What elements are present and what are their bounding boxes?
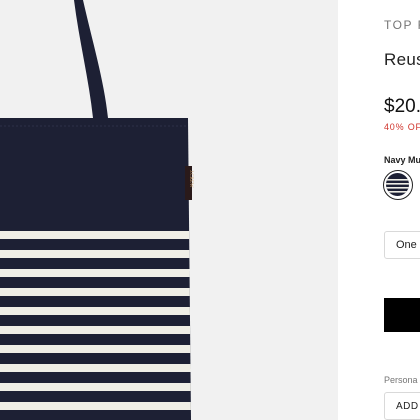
striped-swatch-icon [386, 173, 409, 196]
product-price: $20. [384, 96, 420, 117]
add-personalization-button[interactable]: ADD [384, 392, 420, 420]
product-eyebrow: TOP R [384, 18, 420, 32]
color-swatch-navy-stripe[interactable] [383, 170, 413, 200]
discount-badge: 40% OF [384, 122, 420, 132]
size-option-button[interactable]: One [384, 231, 420, 259]
add-to-bag-button[interactable] [384, 298, 420, 332]
product-title: Reus [384, 50, 420, 69]
product-page: J.CREW TOP R Reus $20. 40% OF Navy Mu On… [0, 0, 420, 420]
tote-handle [74, 0, 108, 118]
color-label: Navy Mu [384, 155, 420, 165]
brand-tag-text: J.CREW [188, 170, 193, 188]
personalize-label: Persona [384, 375, 418, 385]
product-details: TOP R Reus $20. 40% OF Navy Mu One Perso… [338, 0, 420, 420]
tote-bag-illustration: J.CREW [0, 0, 193, 420]
product-image[interactable]: J.CREW [0, 0, 338, 420]
